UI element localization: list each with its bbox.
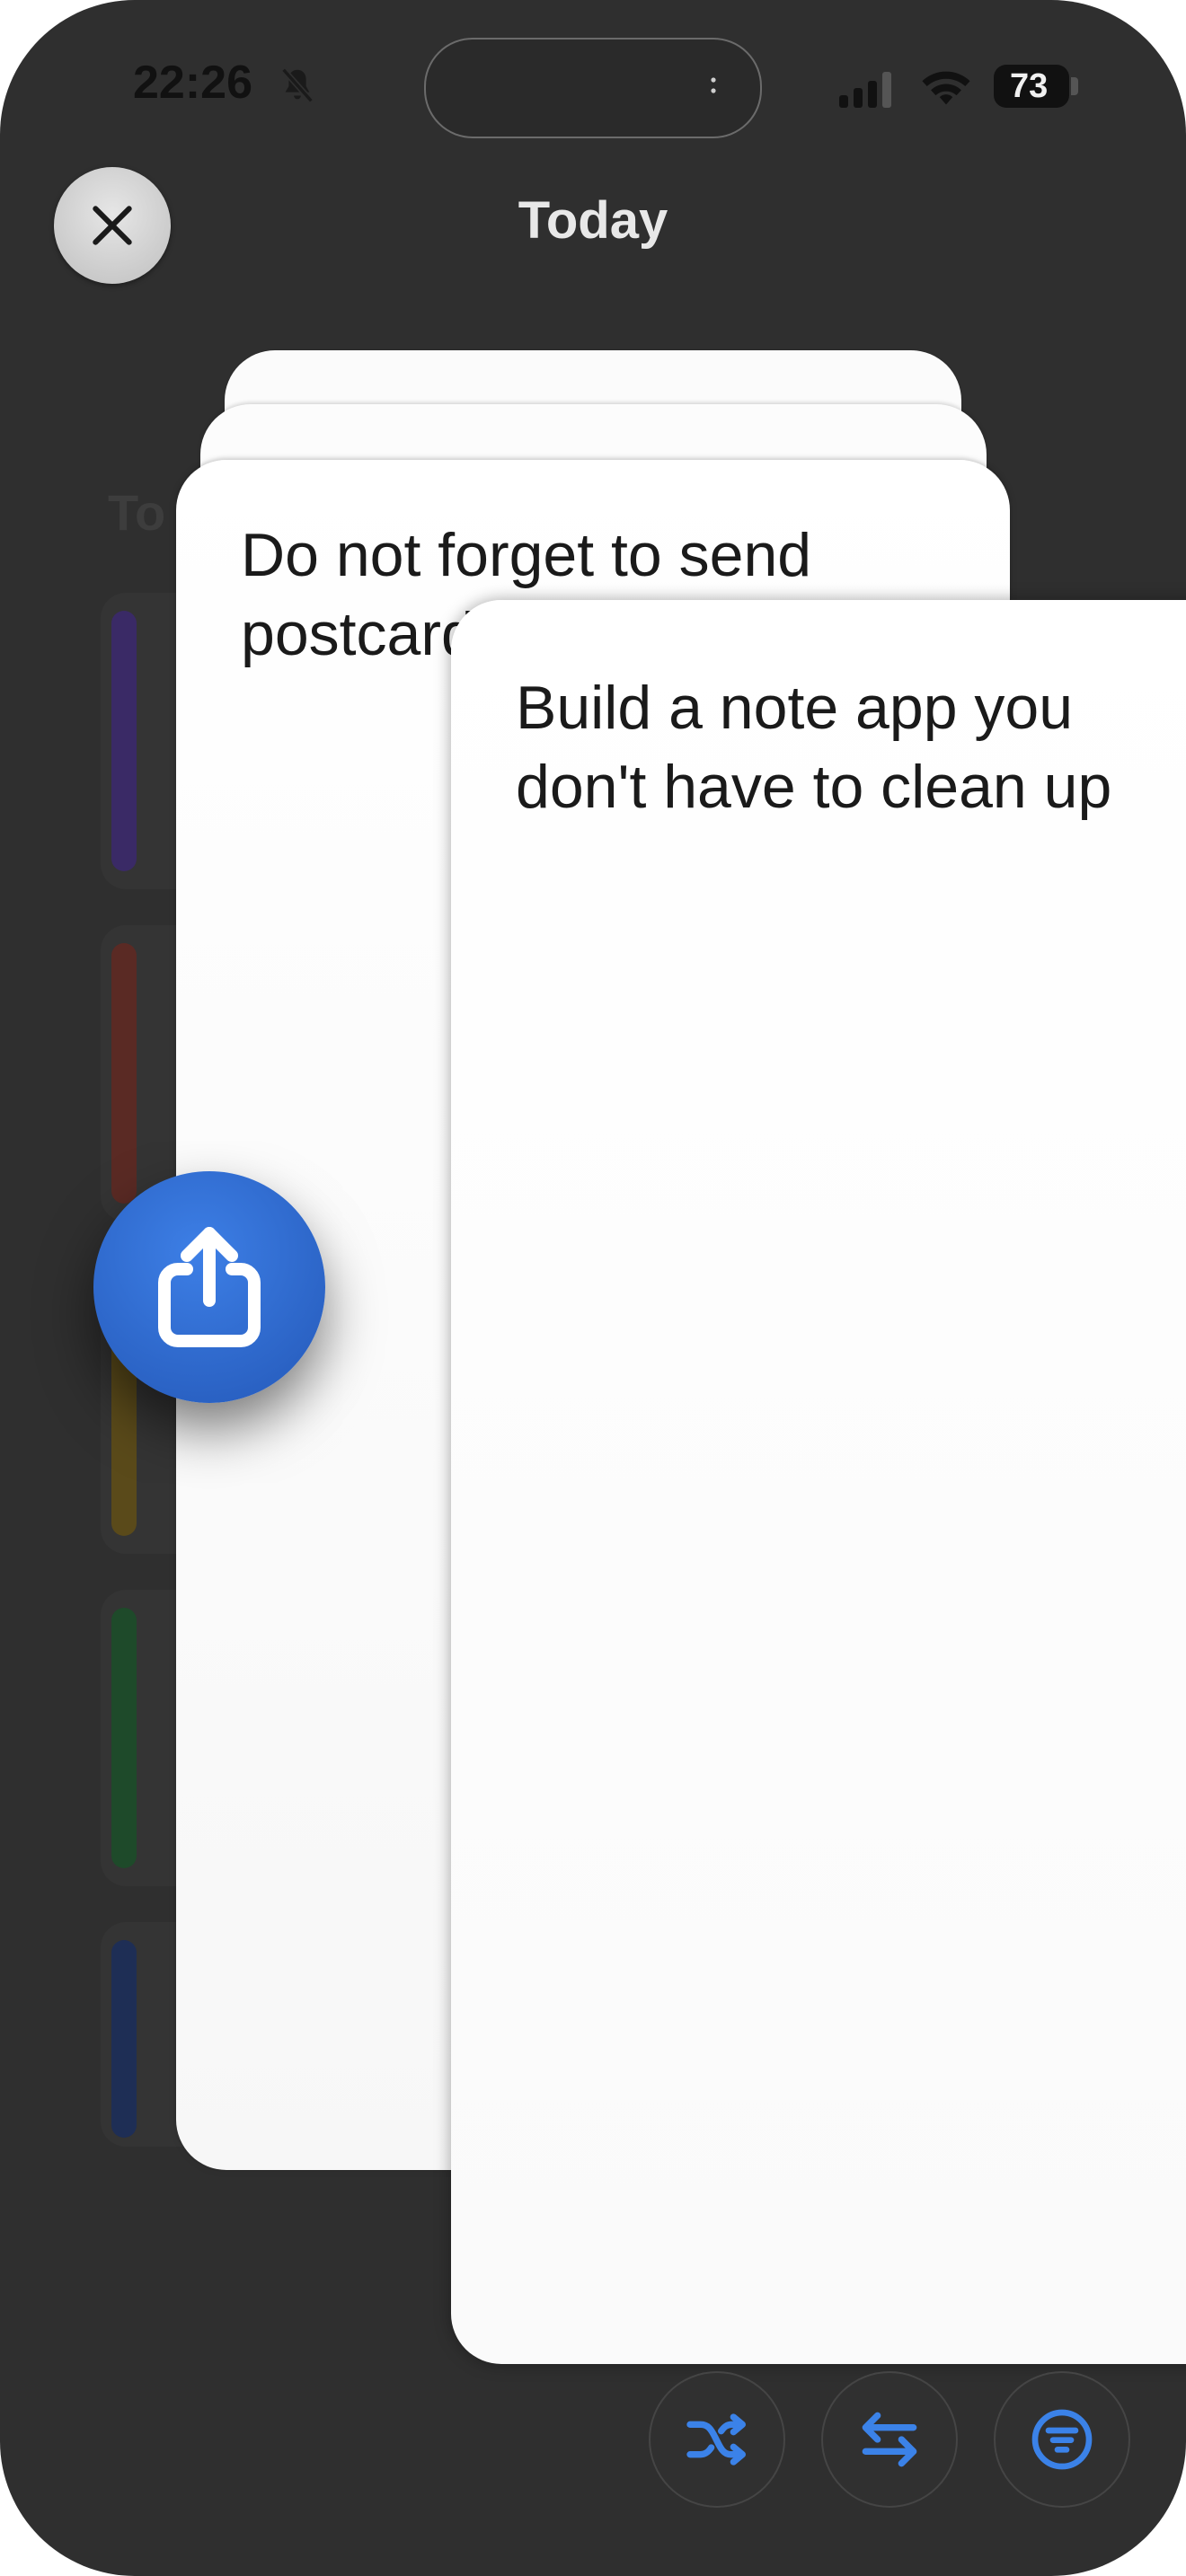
dragged-note-card[interactable]: Build a note app you don't have to clean… (451, 600, 1186, 2364)
color-bar (111, 611, 137, 871)
bell-slash-icon (281, 67, 314, 103)
filter-button[interactable] (994, 2371, 1130, 2508)
note-text: Build a note app you don't have to clean… (516, 674, 1112, 821)
island-indicator-icon (711, 77, 716, 93)
shuffle-icon (686, 2413, 746, 2466)
phone-screen: 22:26 73 Today To Do not forget to send … (0, 0, 1186, 2576)
shuffle-button[interactable] (649, 2371, 785, 2508)
share-icon (158, 1227, 261, 1347)
filter-icon (1031, 2409, 1093, 2470)
page-title: Today (518, 191, 668, 250)
swap-button[interactable] (821, 2371, 958, 2508)
battery-tip (1071, 77, 1078, 95)
battery-indicator: 73 (994, 65, 1069, 108)
status-time: 22:26 (133, 57, 252, 109)
signal-icon (839, 72, 891, 108)
color-bar (111, 1940, 137, 2138)
color-bar (111, 1608, 137, 1868)
color-bar (111, 943, 137, 1204)
wifi-icon (922, 71, 970, 105)
share-button[interactable] (93, 1171, 325, 1403)
background-list-title: To (108, 484, 166, 541)
swap-arrows-icon (862, 2412, 917, 2467)
